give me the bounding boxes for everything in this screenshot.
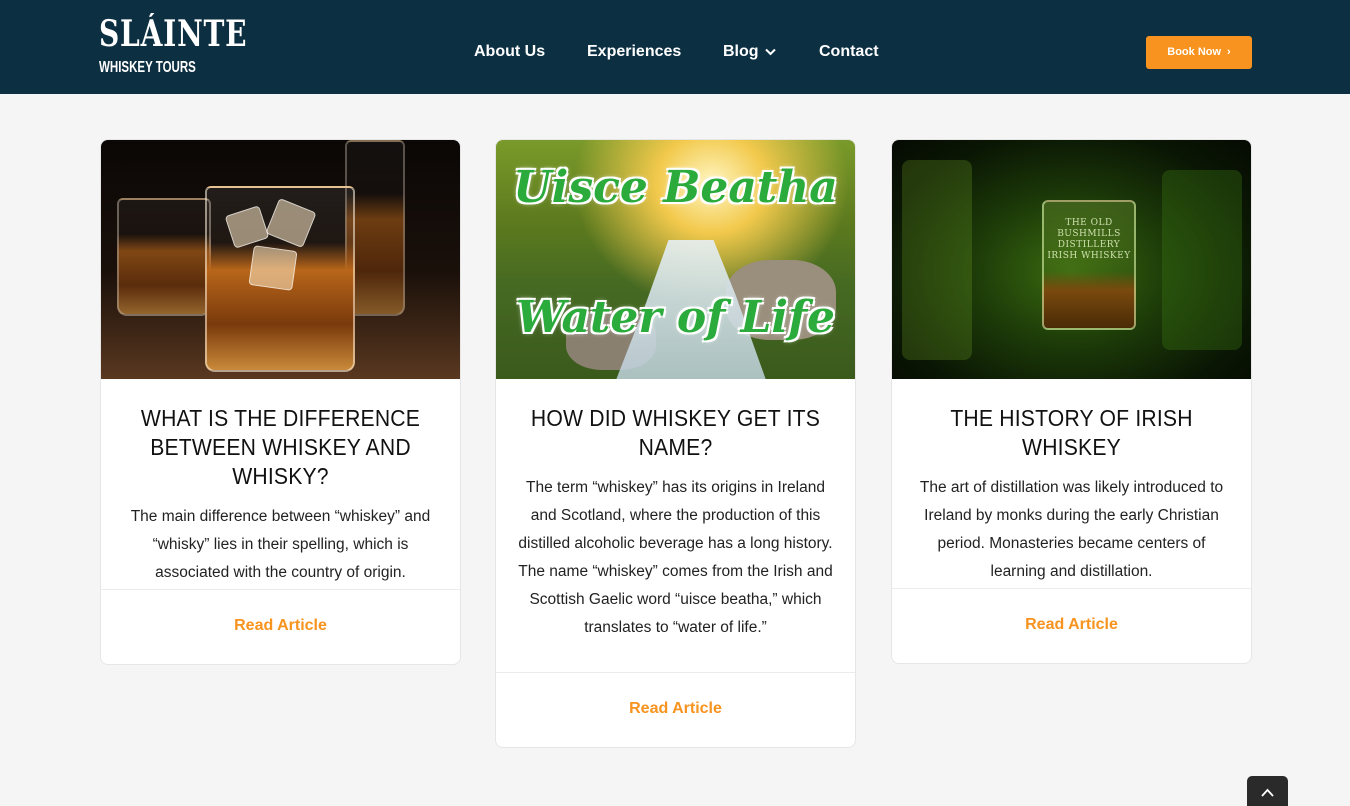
article-card: THE OLD BUSHMILLS DISTILLERY IRISH WHISK… <box>891 139 1252 664</box>
glass-shape <box>902 160 972 360</box>
article-image-bushmills-glass[interactable]: THE OLD BUSHMILLS DISTILLERY IRISH WHISK… <box>892 140 1251 379</box>
article-excerpt: The main difference between “whiskey” an… <box>130 508 431 581</box>
chevron-up-icon <box>1261 788 1274 797</box>
book-now-label: Book Now <box>1167 46 1222 58</box>
card-footer: Read Article <box>496 672 855 747</box>
nav-contact[interactable]: Contact <box>819 40 879 64</box>
card-footer: Read Article <box>892 588 1251 663</box>
nav-experiences[interactable]: Experiences <box>587 40 681 64</box>
glass-shape <box>117 198 211 316</box>
card-footer: Read Article <box>101 589 460 664</box>
shot-glass-shape: THE OLD BUSHMILLS DISTILLERY IRISH WHISK… <box>1042 200 1136 330</box>
article-card: Uisce Beatha Water of Life HOW DID WHISK… <box>495 139 856 748</box>
card-body: WHAT IS THE DIFFERENCE BETWEEN WHISKEY A… <box>101 379 460 587</box>
logo-wordmark: SLÁINTE <box>99 13 248 55</box>
scroll-to-top-button[interactable] <box>1247 776 1288 806</box>
chevron-right-icon: › <box>1227 46 1231 58</box>
article-excerpt: The term “whiskey” has its origins in Ir… <box>518 479 833 636</box>
article-image-whiskey-glasses[interactable] <box>101 140 460 379</box>
article-image-waterfall[interactable]: Uisce Beatha Water of Life <box>496 140 855 379</box>
nav-about-us[interactable]: About Us <box>474 40 545 64</box>
image-script-text: Uisce Beatha <box>513 162 838 213</box>
glass-engraving: THE OLD BUSHMILLS DISTILLERY IRISH WHISK… <box>1047 218 1131 261</box>
read-article-link[interactable]: Read Article <box>629 697 722 721</box>
card-body: HOW DID WHISKEY GET ITS NAME? The term “… <box>496 379 855 642</box>
article-title[interactable]: HOW DID WHISKEY GET ITS NAME? <box>529 404 822 462</box>
article-excerpt: The art of distillation was likely intro… <box>919 479 1224 580</box>
article-title[interactable]: THE HISTORY OF IRISH WHISKEY <box>925 404 1218 462</box>
card-body: THE HISTORY OF IRISH WHISKEY The art of … <box>892 379 1251 586</box>
chevron-down-icon <box>764 48 776 56</box>
nav-blog-label: Blog <box>723 43 759 60</box>
book-now-button[interactable]: Book Now › <box>1146 36 1252 69</box>
image-script-text: Water of Life <box>515 292 836 343</box>
glass-shape <box>1162 170 1242 350</box>
read-article-link[interactable]: Read Article <box>234 614 327 638</box>
nav-blog[interactable]: Blog <box>723 40 776 64</box>
ice-shape <box>248 245 298 291</box>
article-card: WHAT IS THE DIFFERENCE BETWEEN WHISKEY A… <box>100 139 461 665</box>
read-article-link[interactable]: Read Article <box>1025 613 1118 637</box>
article-title[interactable]: WHAT IS THE DIFFERENCE BETWEEN WHISKEY A… <box>134 404 427 491</box>
site-header: SLÁINTE WHISKEY TOURS About Us Experienc… <box>0 0 1350 94</box>
logo-tagline: WHISKEY TOURS <box>99 59 196 76</box>
site-logo[interactable]: SLÁINTE WHISKEY TOURS <box>99 12 248 90</box>
